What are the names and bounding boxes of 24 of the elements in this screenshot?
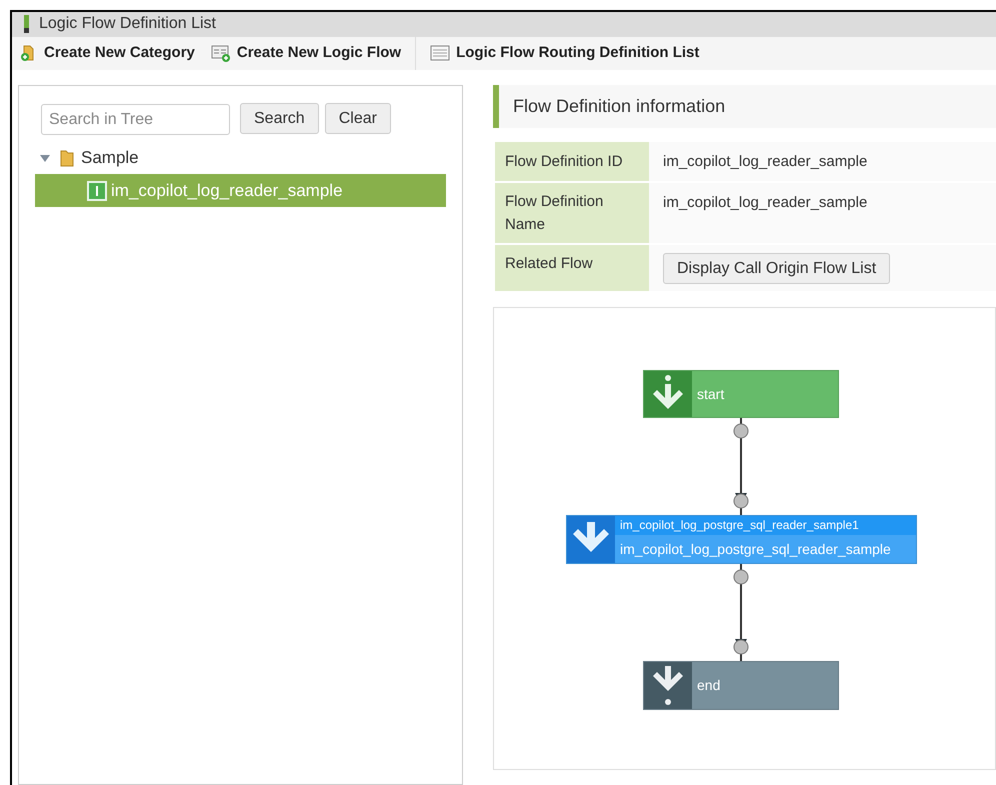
- search-panel-button[interactable]: Clear: [324, 103, 391, 134]
- field-label: Related Flow: [495, 245, 649, 291]
- field-value: im_copilot_log_reader_sample: [663, 193, 868, 213]
- node-name: im_copilot_log_postgre_sql_reader_sample: [619, 540, 892, 559]
- tree-item[interactable]: Sample: [35, 141, 446, 174]
- toolbar-button[interactable]: Create New Logic Flow: [202, 36, 410, 70]
- node-id: im_copilot_log_postgre_sql_reader_sample1: [615, 516, 916, 535]
- document-add-icon: [210, 44, 231, 62]
- section-heading: Flow Definition information: [493, 85, 996, 128]
- field-label: Flow Definition Name: [495, 183, 649, 243]
- folder-icon: [59, 148, 75, 166]
- window-icon: [24, 15, 29, 34]
- field-value: im_copilot_log_reader_sample: [663, 152, 868, 172]
- window-title: Logic Flow Definition List: [39, 14, 216, 34]
- toolbar-button[interactable]: Create New Category: [12, 36, 203, 70]
- node-label: start: [696, 384, 724, 404]
- field-label: Flow Definition ID: [495, 142, 649, 181]
- list-icon: [430, 45, 450, 62]
- node-label: end: [696, 676, 720, 695]
- search-panel-button[interactable]: Search: [240, 103, 319, 134]
- toolbar-button[interactable]: Logic Flow Routing Definition List: [415, 36, 708, 70]
- search-field[interactable]: Search in Tree: [41, 104, 230, 135]
- display-flow-list-button[interactable]: Display Call Origin Flow List: [663, 253, 890, 284]
- flow-icon: [87, 180, 107, 200]
